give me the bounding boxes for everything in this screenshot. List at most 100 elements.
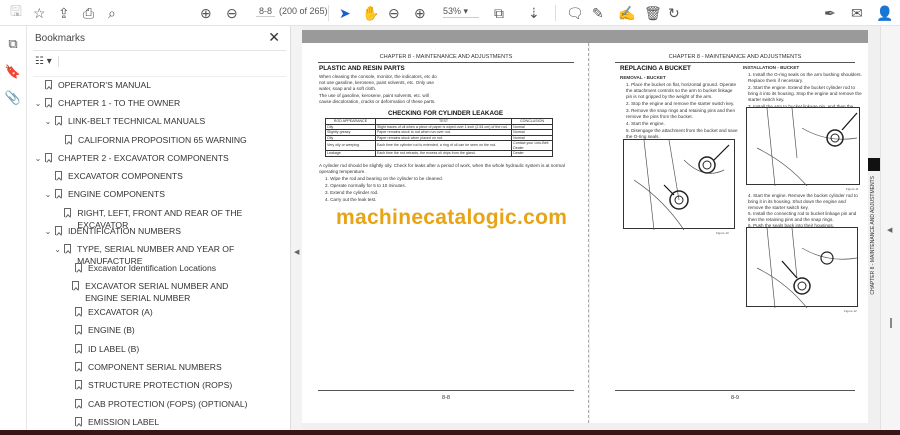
bookmark-item[interactable]: EXCAVATOR SERIAL NUMBER AND ENGINE SERIA… [63, 281, 263, 304]
figure-caption: Figure 10 [716, 231, 729, 235]
page-header: CHAPTER 8 - MAINTENANCE AND ADJUSTMENTS [318, 54, 574, 63]
bookmark-item[interactable]: EXCAVATOR COMPONENTS [43, 171, 183, 183]
chevron-down-icon[interactable]: ⌄ [53, 245, 62, 254]
subsection-title: REMOVAL - BUCKET [620, 75, 666, 80]
next-page-icon[interactable]: ⊖ [226, 4, 238, 22]
zoom-out-icon[interactable]: ⊖ [388, 4, 400, 22]
table-cell: Leakage [325, 150, 376, 157]
table-title: CHECKING FOR CYLINDER LEAKAGE [388, 110, 504, 117]
bookmark-item[interactable]: ⌄ CHAPTER 2 - EXCAVATOR COMPONENTS [33, 153, 229, 165]
expand-arrow-icon[interactable]: ◀ [887, 226, 892, 234]
bookmark-label: STRUCTURE PROTECTION (ROPS) [88, 380, 233, 390]
account-icon[interactable]: 👤 [876, 4, 893, 22]
print-icon[interactable]: ⎙ [83, 4, 94, 22]
comment-icon[interactable]: 🗨 [566, 4, 584, 22]
bookmark-item[interactable]: ⌄ LINK-BELT TECHNICAL MANUALS [43, 116, 205, 128]
close-icon[interactable]: ✕ [268, 29, 280, 46]
bookmarks-panel: Bookmarks ✕ ☷ ▾ OPERATOR'S MANUAL ⌄ CHAPTE… [27, 26, 311, 435]
hand-icon[interactable]: ✋ [362, 4, 379, 22]
step-text: 1. Install the O-ring seals on the arm b… [748, 72, 862, 83]
chevron-down-icon[interactable]: ⌄ [43, 117, 53, 126]
pen-icon[interactable]: ✎ [592, 4, 604, 22]
bookmark-item[interactable]: CALIFORNIA PROPOSITION 65 WARNING [53, 135, 247, 147]
bookmark-item[interactable]: EMISSION LABEL [63, 417, 263, 429]
pages-icon[interactable]: ⧉ [5, 36, 21, 52]
bookmark-item[interactable]: OPERATOR'S MANUAL [33, 80, 151, 92]
bookmark-icon [75, 417, 82, 426]
bookmark-icon[interactable]: 🔖 [5, 64, 21, 80]
chevron-down-icon[interactable]: ⌄ [43, 227, 53, 236]
bookmark-options-button[interactable]: ☷ ▾ [35, 56, 59, 67]
upload-icon[interactable]: ⇪ [58, 4, 70, 22]
bookmark-icon [75, 307, 82, 316]
step-text: 5. Install the connecting rod to bucket … [748, 211, 857, 222]
section-title: REPLACING A BUCKET [620, 65, 691, 72]
fit-page-icon[interactable]: ⧉ [494, 4, 504, 22]
page-number-input[interactable]: 8-8 [256, 6, 276, 17]
bookmark-item[interactable]: ID LABEL (B) [63, 344, 263, 356]
step-text: 2. Stop the engine and remove the starte… [626, 101, 735, 106]
rotate-icon[interactable]: ↻ [668, 4, 680, 22]
bookmark-icon [72, 281, 80, 290]
bookmark-icon [75, 380, 82, 389]
bookmark-label: OPERATOR'S MANUAL [58, 80, 152, 90]
bookmark-item[interactable]: ENGINE (B) [63, 325, 263, 337]
step-text: 4. Carry out the leak test. [325, 197, 377, 202]
zoom-select[interactable]: 53% ▾ [443, 6, 479, 18]
document-viewer: CHAPTER 8 - MAINTENANCE AND ADJUSTMENTS … [302, 26, 880, 430]
bookmark-item[interactable]: Excavator Identification Locations [63, 263, 263, 275]
bookmark-item[interactable]: CAB PROTECTION (FOPS) (OPTIONAL) [63, 399, 263, 411]
bookmark-item[interactable]: ⌄ CHAPTER 1 - TO THE OWNER [33, 98, 180, 110]
bookmark-label: CAB PROTECTION (FOPS) (OPTIONAL) [88, 399, 248, 409]
chevron-down-icon[interactable]: ⌄ [43, 190, 53, 199]
paragraph: When cleaning the console, monitor, the … [319, 74, 437, 91]
step-text: 1. Place the bucket on flat, horizontal … [626, 82, 737, 99]
left-rail: ⧉ 🔖 📎 [0, 26, 27, 435]
figure-removal [623, 139, 735, 231]
bookmark-item[interactable]: EXCAVATOR (A) [63, 307, 263, 319]
scrollbar[interactable] [890, 318, 892, 328]
bookmark-icon [64, 244, 72, 253]
step-text: 3. Remove the snap rings and retaining p… [626, 108, 736, 119]
zoom-in-icon[interactable]: ⊕ [414, 4, 426, 22]
table-cell: Very oily or weeping [325, 140, 376, 151]
chapter-tab [868, 158, 880, 171]
step-text: 2. Start the engine. Extend the bucket c… [748, 85, 862, 102]
bookmark-label: CALIFORNIA PROPOSITION 65 WARNING [78, 135, 247, 145]
bookmark-icon [55, 171, 62, 180]
mail-icon[interactable]: ✉ [851, 4, 863, 22]
bookmark-item[interactable]: ⌄ ENGINE COMPONENTS [43, 189, 165, 201]
bookmark-label: ENGINE COMPONENTS [68, 189, 165, 199]
attachment-icon[interactable]: 📎 [5, 90, 21, 106]
panel-divider[interactable]: ◀ [290, 26, 302, 435]
bookmark-icon [55, 189, 62, 198]
chevron-down-icon[interactable]: ⌄ [33, 99, 43, 108]
figure-caption: Figure 12 [844, 309, 857, 313]
bucket-linkage-illustration [756, 227, 858, 309]
select-cursor-icon[interactable]: ➤ [339, 4, 351, 22]
bookmark-item[interactable]: ⌄ IDENTIFICATION NUMBERS [43, 226, 181, 238]
bookmark-label: ENGINE (B) [88, 325, 135, 335]
collapse-arrow-icon[interactable]: ◀ [294, 248, 299, 256]
chevron-down-icon[interactable]: ⌄ [33, 154, 43, 163]
sign-icon[interactable]: ✍ [618, 4, 635, 22]
bookmark-item[interactable]: STRUCTURE PROTECTION (ROPS) [63, 380, 263, 392]
table-cell: Each time the rod retracts, the excess o… [374, 150, 513, 157]
save-icon[interactable]: 🖫 [10, 3, 22, 22]
prev-page-icon[interactable]: ⊕ [200, 4, 212, 22]
scroll-mode-icon[interactable]: ⇣ [528, 4, 540, 22]
bookmark-icon [75, 263, 82, 272]
bookmark-icon [45, 80, 52, 89]
star-icon[interactable]: ☆ [33, 4, 46, 22]
bookmark-icon [75, 362, 82, 371]
bookmark-label: EXCAVATOR COMPONENTS [68, 171, 183, 181]
trash-icon[interactable]: 🗑 [644, 4, 662, 22]
bookmark-item[interactable]: COMPONENT SERIAL NUMBERS [63, 362, 263, 374]
page-footer: 8-8 [318, 390, 574, 401]
search-icon[interactable]: ⌕ [108, 4, 116, 22]
table-cell: Each time the cylinder rod is extended, … [374, 140, 513, 151]
fill-sign-icon[interactable]: ✒ [824, 4, 836, 22]
table-row: Very oily or weeping Each time the cylind… [325, 140, 553, 151]
page-header: CHAPTER 8 - MAINTENANCE AND ADJUSTMENTS [615, 54, 855, 63]
step-text: 3. Extend the cylinder rod. [325, 190, 379, 195]
